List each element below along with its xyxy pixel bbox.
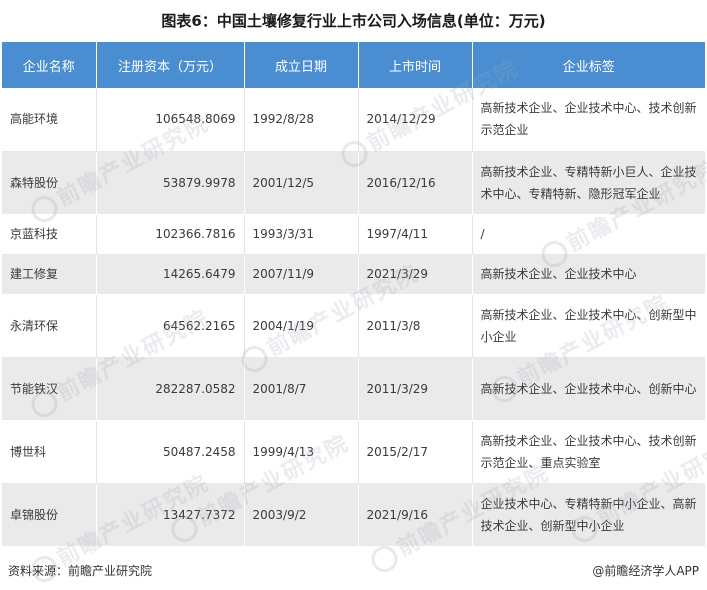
founded-cell: 2001/12/5	[244, 151, 359, 215]
capital-cell: 13427.7372	[96, 483, 245, 547]
capital-cell: 102366.7816	[96, 214, 245, 255]
company-name-cell: 建工修复	[2, 254, 97, 295]
table-row: 森特股份 53879.9978 2001/12/5 2016/12/16 高新技…	[2, 151, 705, 215]
header-registered-capital: 注册资本（万元）	[96, 42, 245, 88]
table-row: 节能铁汉 282287.0582 2001/8/7 2011/3/29 高新技术…	[2, 357, 705, 421]
capital-cell: 53879.9978	[96, 151, 245, 215]
tags-cell: 企业技术中心、专精特新中小企业、高新技术企业、创新型中小企业	[472, 483, 705, 547]
table-row: 永清环保 64562.2165 2004/1/19 2011/3/8 高新技术企…	[2, 294, 705, 358]
tags-cell: 高新技术企业、企业技术中心	[472, 254, 705, 295]
founded-cell: 2001/8/7	[244, 357, 359, 421]
founded-cell: 2007/11/9	[244, 254, 359, 295]
tags-cell: 高新技术企业、专精特新小巨人、企业技术中心、专精特新、隐形冠军企业	[472, 151, 705, 215]
header-company-tags: 企业标签	[472, 42, 705, 88]
table-row: 京蓝科技 102366.7816 1993/3/31 1997/4/11 /	[2, 214, 705, 255]
table-row: 博世科 50487.2458 1999/4/13 2015/2/17 高新技术企…	[2, 420, 705, 484]
listed-cell: 2011/3/8	[358, 294, 473, 358]
chart-title: 图表6：中国土壤修复行业上市公司入场信息(单位：万元)	[161, 12, 546, 30]
header-company-name: 企业名称	[2, 42, 97, 88]
founded-cell: 1999/4/13	[244, 420, 359, 484]
table-row: 卓锦股份 13427.7372 2003/9/2 2021/9/16 企业技术中…	[2, 483, 705, 547]
company-table: 企业名称 注册资本（万元） 成立日期 上市时间 企业标签 高能环境 106548…	[2, 42, 705, 547]
watermark-logo-icon	[366, 541, 403, 577]
capital-cell: 50487.2458	[96, 420, 245, 484]
tags-cell: 高新技术企业、企业技术中心、技术创新示范企业、重点实验室	[472, 420, 705, 484]
listed-cell: 2011/3/29	[358, 357, 473, 421]
table-row: 建工修复 14265.6479 2007/11/9 2021/3/29 高新技术…	[2, 254, 705, 295]
company-name-cell: 节能铁汉	[2, 357, 97, 421]
capital-cell: 14265.6479	[96, 254, 245, 295]
table-row: 高能环境 106548.8069 1992/8/28 2014/12/29 高新…	[2, 88, 705, 152]
company-name-cell: 永清环保	[2, 294, 97, 358]
listed-cell: 2015/2/17	[358, 420, 473, 484]
founded-cell: 1993/3/31	[244, 214, 359, 255]
capital-cell: 64562.2165	[96, 294, 245, 358]
header-listing-date: 上市时间	[358, 42, 473, 88]
listed-cell: 2021/9/16	[358, 483, 473, 547]
source-note: 资料来源：前瞻产业研究院	[8, 564, 153, 578]
capital-cell: 282287.0582	[96, 357, 245, 421]
listed-cell: 1997/4/11	[358, 214, 473, 255]
tags-cell: 高新技术企业、企业技术中心、技术创新示范企业	[472, 88, 705, 152]
header-founded-date: 成立日期	[244, 42, 359, 88]
tags-cell: 高新技术企业、企业技术中心、创新型中小企业	[472, 294, 705, 358]
company-name-cell: 博世科	[2, 420, 97, 484]
tags-cell: /	[472, 214, 705, 255]
company-name-cell: 卓锦股份	[2, 483, 97, 547]
listed-cell: 2014/12/29	[358, 88, 473, 152]
tags-cell: 高新技术企业、企业技术中心、创新中心	[472, 357, 705, 421]
founded-cell: 2004/1/19	[244, 294, 359, 358]
company-name-cell: 京蓝科技	[2, 214, 97, 255]
brand-credit: @前瞻经济学人APP	[592, 564, 699, 578]
founded-cell: 2003/9/2	[244, 483, 359, 547]
listed-cell: 2021/3/29	[358, 254, 473, 295]
listed-cell: 2016/12/16	[358, 151, 473, 215]
founded-cell: 1992/8/28	[244, 88, 359, 152]
company-name-cell: 森特股份	[2, 151, 97, 215]
table-header-row: 企业名称 注册资本（万元） 成立日期 上市时间 企业标签	[2, 42, 705, 88]
capital-cell: 106548.8069	[96, 88, 245, 152]
company-name-cell: 高能环境	[2, 88, 97, 152]
